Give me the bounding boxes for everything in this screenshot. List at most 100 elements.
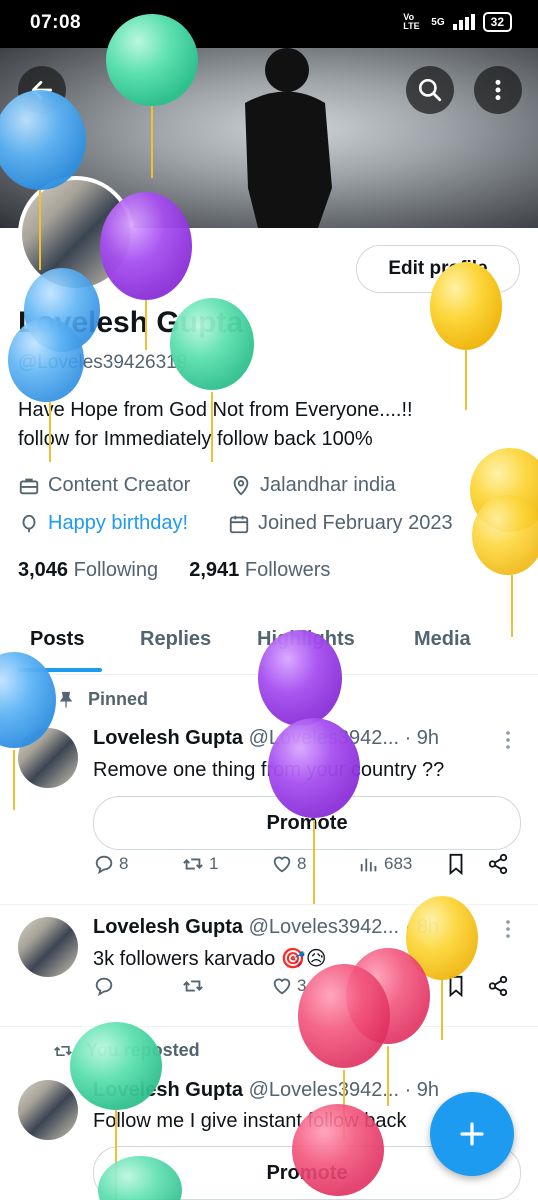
- profile-birthday[interactable]: Happy birthday!: [18, 512, 188, 535]
- tweet-text: Remove one thing from your country ??: [93, 759, 445, 781]
- more-vertical-icon: [495, 79, 501, 101]
- volte-indicator: Vo LTE: [403, 12, 420, 31]
- tweet-handle: @Loveles3942...: [248, 916, 399, 938]
- location-text: Jalandhar india: [260, 474, 396, 496]
- compose-button[interactable]: [430, 1092, 514, 1176]
- tweet-author-name: Lovelesh Gupta: [93, 916, 244, 938]
- views-count: 683: [384, 854, 413, 873]
- tweet-time: · 9h: [404, 1079, 440, 1101]
- retweet-count: 1: [209, 854, 219, 873]
- reply-button[interactable]: 8: [93, 853, 128, 875]
- joined-text: Joined February 2023: [258, 512, 453, 534]
- tweet-author: Lovelesh Gupta @Loveles3942... · 8h: [93, 916, 439, 939]
- repost-label: You reposted: [52, 1040, 200, 1061]
- tweet-avatar[interactable]: [18, 1080, 78, 1140]
- tweet-more-button[interactable]: [500, 730, 516, 755]
- profile-category: Content Creator: [18, 474, 190, 497]
- views-button[interactable]: 683: [358, 853, 412, 875]
- balloon-icon: [22, 514, 36, 532]
- share-icon: [488, 975, 508, 997]
- tab-media[interactable]: Media: [414, 628, 471, 651]
- briefcase-icon: [19, 478, 39, 494]
- profile-avatar[interactable]: [18, 176, 134, 292]
- promote-button[interactable]: Promote: [93, 796, 521, 850]
- back-arrow-icon: [31, 81, 53, 99]
- tweet-handle: @Loveles3942...: [248, 727, 399, 749]
- retweet-button[interactable]: 1: [181, 853, 218, 875]
- tweet-time: · 8h: [404, 916, 440, 938]
- retweet-button[interactable]: [181, 975, 205, 997]
- bio-line-2: follow for Immediately follow back 100%: [18, 428, 373, 450]
- category-text: Content Creator: [48, 474, 191, 496]
- tweet-author: Lovelesh Gupta @Loveles3942... · 9h: [93, 1079, 439, 1102]
- battery-level: 32: [482, 12, 512, 32]
- bio-line-1: Have Hope from God Not from Everyone....…: [18, 399, 413, 421]
- bookmark-button[interactable]: [446, 853, 466, 875]
- reply-button[interactable]: [93, 975, 115, 997]
- more-button[interactable]: [474, 66, 522, 114]
- pinned-text: Pinned: [88, 689, 149, 709]
- retweet-icon: [183, 858, 203, 870]
- reply-count: 8: [119, 854, 129, 873]
- divider: [0, 904, 538, 905]
- balloon-yellow: [470, 448, 538, 637]
- tweet-author-name: Lovelesh Gupta: [93, 727, 244, 749]
- following-count: 3,046: [18, 559, 69, 581]
- birthday-link[interactable]: Happy birthday!: [48, 512, 188, 535]
- following-label: Following: [73, 559, 159, 581]
- share-button[interactable]: [487, 975, 509, 997]
- share-icon: [488, 853, 508, 875]
- like-count: 8: [297, 854, 307, 873]
- search-icon: [418, 78, 442, 102]
- bookmark-icon: [449, 975, 463, 997]
- tab-posts[interactable]: Posts: [30, 628, 84, 651]
- retweet-icon: [54, 1045, 72, 1056]
- tweet-text: 3k followers karvado 🎯😥: [93, 948, 327, 970]
- network-type: 5G: [431, 16, 445, 28]
- tweet-author-name: Lovelesh Gupta: [93, 1079, 244, 1101]
- followers-label: Followers: [244, 559, 331, 581]
- like-button[interactable]: 8: [271, 853, 306, 875]
- tweet-author: Lovelesh Gupta @Loveles3942... · 9h: [93, 727, 439, 750]
- profile-location: Jalandhar india: [230, 474, 396, 497]
- like-icon: [273, 978, 291, 995]
- like-button[interactable]: 3: [271, 975, 306, 997]
- pin-icon: [59, 691, 73, 707]
- reply-icon: [95, 855, 113, 875]
- search-button[interactable]: [406, 66, 454, 114]
- calendar-icon: [229, 515, 249, 533]
- location-pin-icon: [233, 475, 249, 496]
- views-icon: [360, 858, 377, 872]
- tab-replies[interactable]: Replies: [140, 628, 211, 651]
- tweet-handle: @Loveles3942...: [248, 1079, 399, 1101]
- status-indicators: Vo LTE 5G 32: [403, 12, 512, 32]
- pinned-label: Pinned: [56, 689, 148, 710]
- tab-active-indicator: [18, 668, 102, 672]
- status-time: 07:08: [30, 12, 82, 33]
- bookmark-button[interactable]: [446, 975, 466, 997]
- signal-icon: [452, 14, 475, 30]
- repost-text: You reposted: [86, 1040, 200, 1060]
- tweet-avatar[interactable]: [18, 728, 78, 788]
- follow-counts: 3,046 Following 2,941 Followers: [18, 559, 330, 582]
- tweet-text: Follow me I give instant follow back: [93, 1110, 407, 1132]
- bookmark-icon: [449, 853, 463, 875]
- tab-highlights[interactable]: Highlights: [257, 628, 355, 651]
- status-bar: 07:08 Vo LTE 5G 32: [0, 0, 538, 48]
- like-icon: [273, 856, 291, 873]
- retweet-icon: [183, 980, 203, 992]
- tweet-time: · 9h: [404, 727, 440, 749]
- profile-bio: Have Hope from God Not from Everyone....…: [18, 396, 518, 454]
- following-link[interactable]: 3,046 Following: [18, 559, 158, 581]
- more-vertical-icon: [506, 920, 510, 938]
- edit-profile-button[interactable]: Edit profile: [356, 245, 520, 293]
- back-button[interactable]: [18, 66, 66, 114]
- share-button[interactable]: [487, 853, 509, 875]
- tweet-more-button[interactable]: [500, 919, 516, 944]
- profile-handle: @Loveles39426319: [18, 352, 188, 373]
- followers-link[interactable]: 2,941 Followers: [189, 559, 330, 581]
- profile-tabs: Posts Replies Highlights Media: [0, 618, 538, 675]
- tweet-avatar[interactable]: [18, 917, 78, 977]
- plus-icon: [460, 1122, 484, 1146]
- followers-count: 2,941: [189, 559, 240, 581]
